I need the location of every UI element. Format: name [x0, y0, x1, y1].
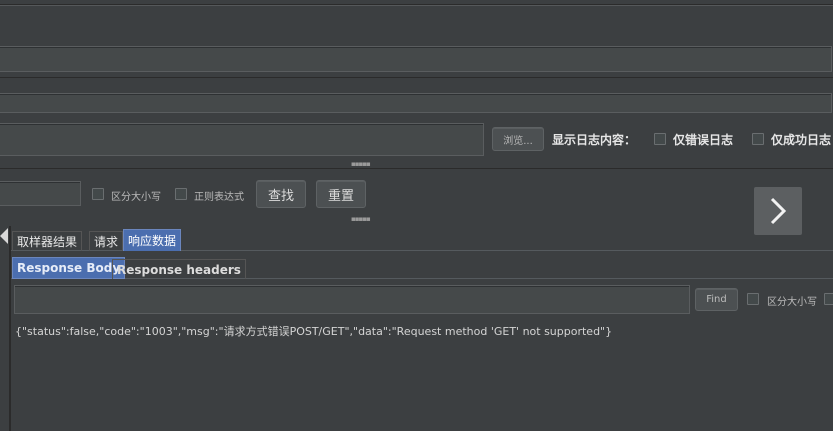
regex-label: 正则表达式 [194, 192, 244, 203]
tab-request[interactable]: 请求 [89, 231, 124, 251]
log-content-label: 显示日志内容： [552, 133, 637, 147]
tab-response-data[interactable]: 响应数据 [123, 229, 182, 251]
browse-button[interactable]: 浏览... [492, 127, 544, 151]
tab-sampler-result[interactable]: 取样器结果 [12, 231, 83, 251]
response-text: {"status":false,"code":"1003","msg":"请求方… [15, 325, 613, 338]
empty-field-1[interactable] [0, 46, 832, 72]
tab-response-headers[interactable]: Response headers [112, 259, 246, 279]
splitter-grip[interactable]: ▪▪▪▪▪ [351, 216, 371, 223]
filename-input[interactable] [0, 123, 484, 156]
tab-response-body[interactable]: Response Body [12, 257, 126, 279]
body-case-sensitive-checkbox[interactable] [747, 293, 759, 305]
success-only-checkbox[interactable] [752, 133, 764, 145]
find-button[interactable]: 查找 [256, 180, 306, 208]
body-case-sensitive-label: 区分大小写 [767, 297, 817, 308]
collapse-arrow-icon[interactable] [0, 228, 8, 244]
divider [0, 5, 833, 6]
divider [0, 168, 833, 169]
errors-only-checkbox[interactable] [654, 133, 666, 145]
vertical-splitter[interactable] [9, 226, 11, 431]
regex-checkbox[interactable] [175, 188, 187, 200]
body-search-input[interactable] [14, 285, 690, 314]
body-regex-checkbox[interactable] [824, 293, 833, 305]
chevron-right-icon [770, 197, 787, 225]
search-input[interactable] [0, 181, 81, 206]
divider [0, 77, 833, 78]
errors-only-label: 仅错误日志 [673, 133, 734, 147]
splitter-grip[interactable]: ▪▪▪▪▪ [351, 161, 371, 168]
case-sensitive-checkbox[interactable] [92, 188, 104, 200]
response-body-area[interactable]: {"status":false,"code":"1003","msg":"请求方… [12, 318, 833, 431]
success-only-label: 仅成功日志 [771, 133, 832, 147]
body-find-button[interactable]: Find [695, 288, 738, 311]
next-arrow-button[interactable] [754, 187, 802, 235]
case-sensitive-label: 区分大小写 [111, 192, 161, 203]
reset-button[interactable]: 重置 [316, 180, 366, 208]
empty-field-2[interactable] [0, 93, 832, 113]
